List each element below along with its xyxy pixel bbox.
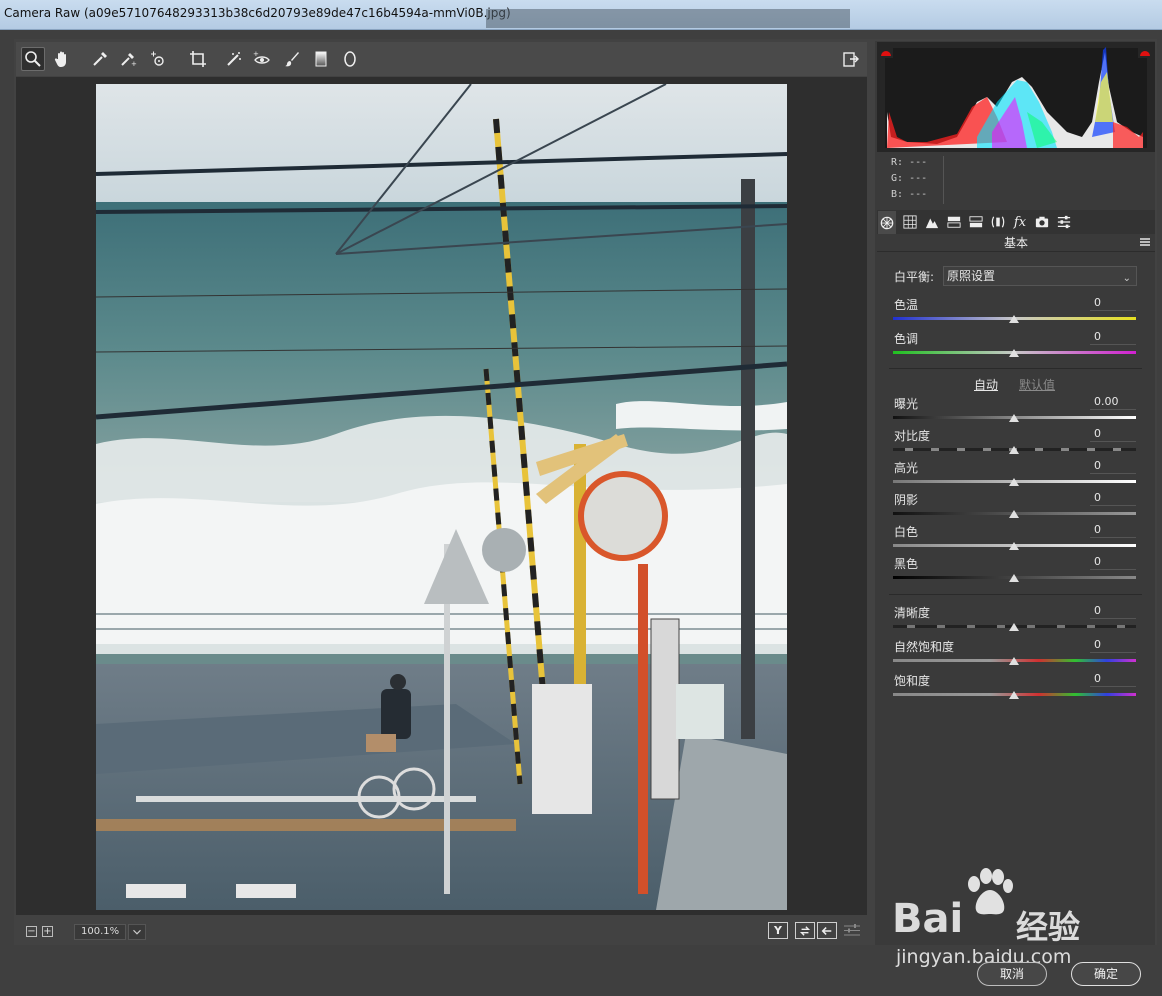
saturation-value[interactable]: 0: [1090, 672, 1136, 687]
whites-label: 白色: [894, 525, 919, 539]
vibrance-slider-thumb[interactable]: [1009, 657, 1019, 665]
whites-slider-thumb[interactable]: [1009, 542, 1019, 550]
highlights-slider-thumb[interactable]: [1009, 478, 1019, 486]
radial-filter-icon[interactable]: [338, 47, 362, 71]
svg-text:+: +: [253, 50, 259, 58]
chevron-down-icon: ⌄: [1122, 273, 1131, 284]
vibrance-label: 自然饱和度: [894, 640, 955, 654]
r-readout: R: ---: [891, 157, 928, 168]
white-balance-value: 原照设置: [947, 269, 996, 283]
tab-tone-curve-icon[interactable]: [901, 213, 919, 231]
zoom-dropdown[interactable]: [128, 924, 146, 940]
temperature-slider-thumb[interactable]: [1009, 315, 1019, 323]
blacks-slider-thumb[interactable]: [1009, 574, 1019, 582]
panel-menu-icon[interactable]: [1140, 238, 1150, 246]
blacks-value[interactable]: 0: [1090, 555, 1136, 570]
tab-basic-icon[interactable]: [878, 211, 896, 234]
zoom-icon[interactable]: [21, 47, 45, 71]
highlights-label: 高光: [894, 461, 919, 475]
saturation-label: 饱和度: [894, 674, 931, 688]
targeted-adjustment-icon[interactable]: [146, 47, 170, 71]
copy-settings-icon[interactable]: [817, 922, 837, 939]
shadow-clipping-warning-icon[interactable]: [879, 46, 893, 58]
default-link[interactable]: 默认值: [1019, 376, 1055, 393]
g-readout: G: ---: [891, 173, 928, 184]
tab-presets-icon[interactable]: [1055, 213, 1073, 231]
exposure-label: 曝光: [894, 397, 919, 411]
tint-label: 色调: [894, 332, 919, 346]
zoom-out-button[interactable]: −: [26, 926, 37, 937]
contrast-slider-thumb[interactable]: [1009, 446, 1019, 454]
highlight-clipping-warning-icon[interactable]: [1138, 46, 1152, 58]
spot-removal-icon[interactable]: [222, 47, 246, 71]
whites-value[interactable]: 0: [1090, 523, 1136, 538]
zoom-bar: − + 100.1% Y: [16, 916, 867, 945]
b-readout: B: ---: [891, 189, 928, 200]
tab-camera-calibration-icon[interactable]: [1033, 213, 1051, 231]
clarity-value[interactable]: 0: [1090, 604, 1136, 619]
crop-icon[interactable]: [186, 47, 210, 71]
tint-value[interactable]: 0: [1090, 330, 1136, 345]
tab-detail-icon[interactable]: [923, 213, 941, 231]
histogram: [877, 42, 1155, 152]
toolbar: + +: [16, 42, 867, 76]
cancel-button[interactable]: 取消: [977, 962, 1047, 986]
zoom-in-button[interactable]: +: [42, 926, 53, 937]
contrast-label: 对比度: [894, 429, 931, 443]
hand-icon[interactable]: [50, 47, 74, 71]
separator: [889, 594, 1142, 595]
blacks-label: 黑色: [894, 557, 919, 571]
red-eye-icon[interactable]: +: [250, 47, 274, 71]
svg-text:+: +: [131, 60, 137, 68]
auto-link[interactable]: 自动: [974, 376, 998, 393]
panel-title: 基本: [877, 234, 1155, 252]
baidu-paw-logo: [968, 868, 1013, 915]
clarity-label: 清晰度: [894, 606, 931, 620]
ok-button[interactable]: 确定: [1071, 962, 1141, 986]
zoom-level-field[interactable]: 100.1%: [74, 924, 126, 940]
readout-divider: [943, 156, 944, 204]
clarity-slider-thumb[interactable]: [1009, 623, 1019, 631]
tab-hsl-icon[interactable]: [945, 213, 963, 231]
temperature-value[interactable]: 0: [1090, 296, 1136, 311]
window-title: Camera Raw (a09e57107648293313b38c6d2079…: [4, 6, 511, 20]
exposure-value[interactable]: 0.00: [1090, 395, 1136, 410]
shadows-slider-thumb[interactable]: [1009, 510, 1019, 518]
shadows-value[interactable]: 0: [1090, 491, 1136, 506]
temperature-label: 色温: [894, 298, 919, 312]
watermark-brand-cn: 经验: [1016, 908, 1081, 946]
title-bar: Camera Raw (a09e57107648293313b38c6d2079…: [0, 0, 1162, 30]
tint-slider-thumb[interactable]: [1009, 349, 1019, 357]
white-balance-select[interactable]: 原照设置 ⌄: [943, 266, 1137, 286]
tab-lens-corrections-icon[interactable]: [989, 213, 1007, 231]
graduated-filter-icon[interactable]: [309, 47, 333, 71]
title-bar-shade: [486, 9, 850, 28]
rgb-readout: R: --- G: --- B: ---: [877, 152, 1155, 208]
watermark-brand: Bai: [892, 896, 964, 942]
highlights-value[interactable]: 0: [1090, 459, 1136, 474]
contrast-value[interactable]: 0: [1090, 427, 1136, 442]
saturation-slider-thumb[interactable]: [1009, 691, 1019, 699]
toggle-settings-icon[interactable]: [842, 922, 862, 939]
tab-effects-icon[interactable]: fx: [1011, 213, 1029, 231]
separator: [889, 368, 1142, 369]
white-balance-label: 白平衡:: [894, 270, 935, 284]
compare-view-button[interactable]: Y: [768, 922, 788, 939]
open-preferences-icon[interactable]: [839, 47, 863, 71]
vibrance-value[interactable]: 0: [1090, 638, 1136, 653]
adjustment-brush-icon[interactable]: [280, 47, 304, 71]
tab-split-toning-icon[interactable]: [967, 213, 985, 231]
white-balance-icon[interactable]: [88, 47, 112, 71]
swap-settings-icon[interactable]: [795, 922, 815, 939]
photo-preview[interactable]: [96, 84, 787, 910]
panel-tabs: fx: [877, 210, 1155, 234]
exposure-slider-thumb[interactable]: [1009, 414, 1019, 422]
color-sampler-icon[interactable]: +: [116, 47, 140, 71]
shadows-label: 阴影: [894, 493, 919, 507]
